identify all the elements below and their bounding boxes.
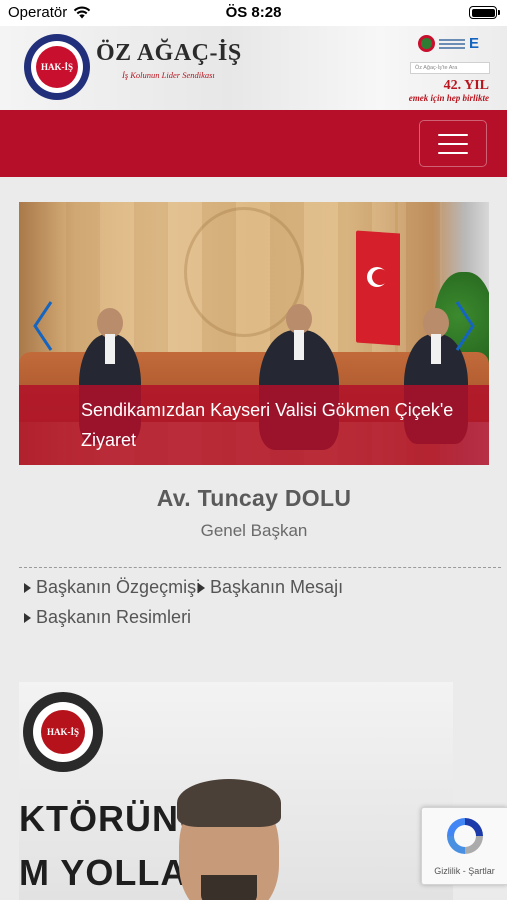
seal-core: HAK-İŞ	[36, 46, 78, 88]
president-block: Av. Tuncay DOLU Genel Başkan	[19, 465, 489, 568]
caret-right-icon	[24, 582, 31, 593]
partner-banner-icon[interactable]	[439, 38, 465, 49]
link-label: Başkanın Özgeçmişi	[36, 577, 201, 597]
header-search-input[interactable]: Öz Ağaç-İş'te Ara	[410, 62, 490, 74]
link-message[interactable]: Başkanın Mesajı	[198, 577, 343, 598]
union-seal-logo[interactable]: HAK-İŞ	[24, 34, 90, 100]
flag-crescent-icon	[367, 267, 388, 287]
hamburger-line	[438, 133, 468, 136]
president-name: Av. Tuncay DOLU	[156, 485, 352, 511]
president-photo[interactable]: HAK-İŞ KTÖRÜNÜN M YOLLARI	[19, 682, 453, 900]
status-bar: Operatör ÖS 8:28	[0, 0, 507, 26]
turkish-flag	[356, 230, 400, 346]
portrait-person	[169, 777, 289, 900]
site-header: HAK-İŞ ÖZ AĞAÇ-İŞ İş Kolunun Lider Sendi…	[0, 26, 507, 110]
shirt	[294, 330, 304, 360]
hamburger-line	[438, 151, 468, 154]
partner-icons: E	[418, 35, 479, 52]
hamburger-menu-button[interactable]	[419, 120, 487, 167]
hakis-seal-logo: HAK-İŞ	[23, 692, 103, 772]
news-slider[interactable]: Sendikamızdan Kayseri Valisi Gökmen Çiçe…	[19, 202, 489, 465]
main-content: Sendikamızdan Kayseri Valisi Gökmen Çiçe…	[0, 177, 507, 900]
year-badge: 42. YIL	[443, 78, 489, 93]
nav-bar	[0, 110, 507, 177]
beard	[201, 875, 257, 900]
link-label: Başkanın Mesajı	[210, 577, 344, 597]
shirt	[105, 334, 115, 364]
battery-icon	[469, 6, 500, 19]
president-title: Genel Başkan	[200, 521, 308, 540]
caret-right-icon	[24, 612, 31, 623]
slider-prev-button[interactable]	[27, 298, 59, 354]
chevron-right-icon	[455, 301, 475, 351]
dashed-divider	[19, 567, 501, 568]
hamburger-line	[438, 142, 468, 145]
link-photos[interactable]: Başkanın Resimleri	[24, 607, 191, 628]
slider-next-button[interactable]	[449, 298, 481, 354]
slide-caption[interactable]: Sendikamızdan Kayseri Valisi Gökmen Çiçe…	[19, 385, 489, 465]
partner-e-icon[interactable]: E	[469, 35, 479, 52]
seal-core: HAK-İŞ	[41, 710, 85, 754]
caret-right-icon	[198, 582, 205, 593]
partner-circle-icon[interactable]	[418, 35, 435, 52]
brand-name[interactable]: ÖZ AĞAÇ-İŞ	[96, 40, 242, 67]
chevron-left-icon	[33, 301, 53, 351]
link-label: Başkanın Resimleri	[36, 607, 192, 627]
hair	[177, 779, 281, 827]
brand-tagline: İş Kolunun Lider Sendikası	[122, 70, 215, 80]
status-time: ÖS 8:28	[225, 4, 282, 21]
shirt	[431, 334, 441, 364]
recaptcha-badge[interactable]: Gizlilik - Şartlar	[421, 807, 507, 885]
year-slogan: emek için hep birlikte	[408, 93, 489, 103]
recaptcha-icon	[447, 818, 483, 854]
recaptcha-footer-links[interactable]: Gizlilik - Şartlar	[422, 866, 507, 876]
link-biography[interactable]: Başkanın Özgeçmişi	[24, 577, 200, 598]
